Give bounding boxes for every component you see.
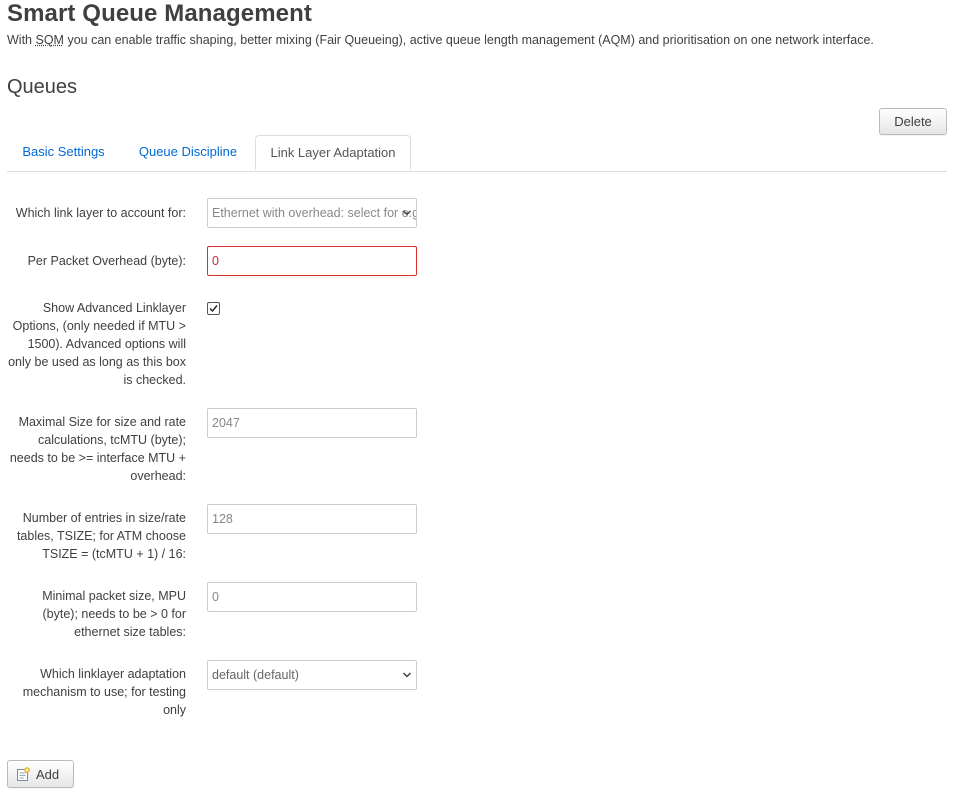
section-title: Queues <box>7 76 78 98</box>
link-layer-value: Ethernet with overhead: select for e.g. … <box>212 206 416 220</box>
tsize-placeholder: 128 <box>212 512 233 526</box>
tsize-label: Number of entries in size/rate tables, T… <box>16 511 186 561</box>
mechanism-label: Which linklayer adaptation mechanism to … <box>22 667 186 717</box>
advanced-options-checkbox[interactable] <box>207 302 220 315</box>
link-layer-label: Which link layer to account for: <box>15 206 186 220</box>
tcmtu-input[interactable]: 2047 <box>207 408 417 438</box>
overhead-value: 0 <box>212 254 219 268</box>
chevron-down-icon <box>402 672 412 678</box>
sqm-abbreviation: SQM <box>35 33 64 47</box>
tab-queue-discipline[interactable]: Queue Discipline <box>125 135 251 170</box>
tab-link-layer-adaptation[interactable]: Link Layer Adaptation <box>255 135 411 170</box>
mpu-label: Minimal packet size, MPU (byte); needs t… <box>42 589 186 639</box>
delete-button[interactable]: Delete <box>879 108 947 135</box>
mechanism-select[interactable]: default (default) <box>207 660 417 690</box>
page-title: Smart Queue Management <box>7 0 312 27</box>
tcmtu-label: Maximal Size for size and rate calculati… <box>9 415 186 483</box>
tsize-input[interactable]: 128 <box>207 504 417 534</box>
page-description: With SQM you can enable traffic shaping,… <box>7 33 874 47</box>
mpu-input[interactable]: 0 <box>207 582 417 612</box>
mechanism-value: default (default) <box>212 668 299 682</box>
overhead-input[interactable]: 0 <box>207 246 417 276</box>
description-prefix: With <box>7 33 36 47</box>
tab-basic-settings[interactable]: Basic Settings <box>7 135 120 170</box>
link-layer-select[interactable]: Ethernet with overhead: select for e.g. … <box>207 198 417 228</box>
overhead-label: Per Packet Overhead (byte): <box>27 254 186 268</box>
add-button[interactable]: Add <box>7 760 74 788</box>
add-section-icon <box>17 767 30 781</box>
mpu-placeholder: 0 <box>212 590 219 604</box>
chevron-down-icon <box>402 210 412 216</box>
tab-bar: Basic Settings Queue Discipline Link Lay… <box>7 135 947 172</box>
checkmark-icon <box>209 305 218 313</box>
advanced-options-label: Show Advanced Linklayer Options, (only n… <box>8 301 186 387</box>
description-suffix: you can enable traffic shaping, better m… <box>63 33 874 47</box>
add-label: Add <box>36 767 60 782</box>
tcmtu-placeholder: 2047 <box>212 416 240 430</box>
